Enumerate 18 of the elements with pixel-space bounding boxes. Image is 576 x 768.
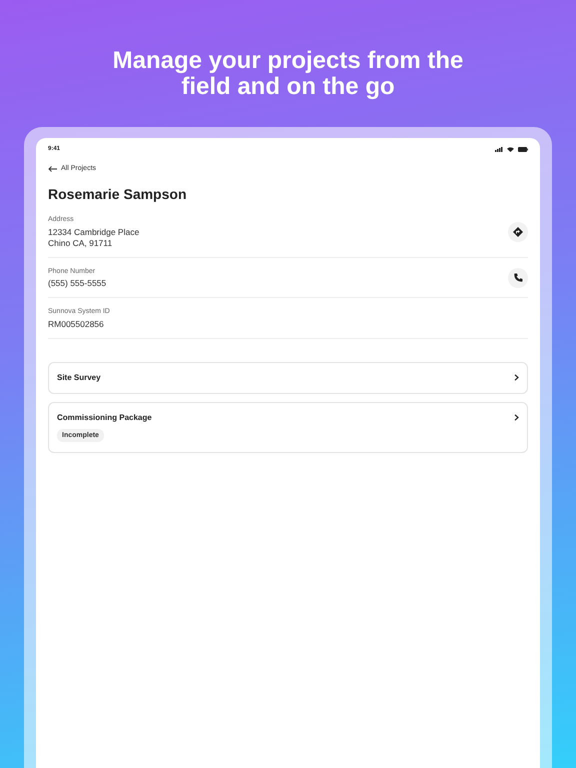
card-title: Site Survey bbox=[57, 372, 101, 382]
card-title: Commissioning Package bbox=[57, 412, 152, 422]
chevron-right-icon bbox=[514, 414, 519, 421]
directions-button[interactable] bbox=[508, 222, 528, 242]
directions-icon bbox=[513, 226, 523, 237]
battery-icon bbox=[518, 146, 528, 152]
phone-icon bbox=[514, 273, 522, 282]
call-button[interactable] bbox=[508, 268, 528, 288]
field-value: (555) 555-5555 bbox=[48, 278, 106, 289]
task-card[interactable]: Site Survey bbox=[48, 362, 528, 394]
back-arrow-icon bbox=[48, 166, 57, 172]
client-name: Rosemarie Sampson bbox=[48, 185, 188, 204]
field-value: 12334 Cambridge Place Chino CA, 91711 bbox=[48, 226, 140, 248]
headline: Manage your projects from the field and on the go bbox=[112, 46, 464, 102]
field-value: RM005502856 bbox=[48, 318, 105, 330]
chevron-right-icon bbox=[514, 374, 519, 381]
signal-icon bbox=[495, 146, 503, 152]
wifi-icon bbox=[507, 146, 514, 152]
